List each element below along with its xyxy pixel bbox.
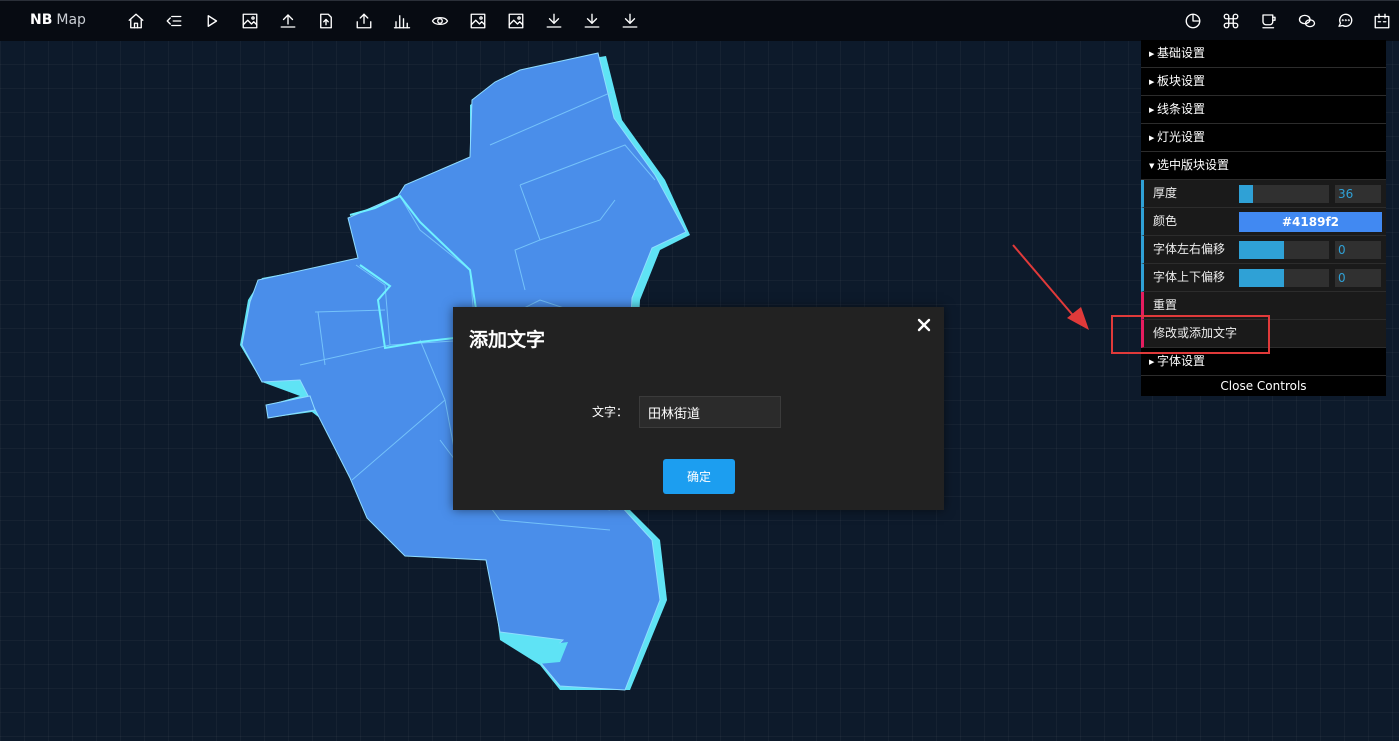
top-toolbar: NB Map	[0, 0, 1399, 41]
offset-x-row: 字体左右偏移 0	[1141, 236, 1386, 264]
coffee-icon[interactable]	[1259, 11, 1279, 31]
caret-right-icon: ▶	[1149, 106, 1155, 114]
caret-right-icon: ▶	[1149, 134, 1155, 142]
folder-basic-settings[interactable]: ▶ 基础设置	[1141, 40, 1386, 68]
folder-label: 板块设置	[1157, 74, 1206, 88]
thickness-label: 厚度	[1153, 186, 1178, 200]
confirm-button[interactable]: 确定	[663, 459, 735, 494]
thickness-slider[interactable]	[1239, 185, 1329, 203]
close-controls-button[interactable]: Close Controls	[1141, 376, 1386, 396]
command-icon[interactable]	[1221, 11, 1241, 31]
color-row: 颜色 #4189f2	[1141, 208, 1386, 236]
message-icon[interactable]	[1335, 11, 1355, 31]
offset-x-slider[interactable]	[1239, 241, 1329, 259]
offset-y-slider-fill	[1239, 269, 1284, 287]
annotation-arrow-icon	[1012, 244, 1089, 330]
text-field-label: 文字：	[592, 405, 629, 419]
caret-right-icon: ▶	[1149, 78, 1155, 86]
eye-icon[interactable]	[430, 11, 450, 31]
folder-light-settings[interactable]: ▶ 灯光设置	[1141, 124, 1386, 152]
folder-label: 线条设置	[1157, 102, 1206, 116]
list-icon[interactable]	[164, 11, 184, 31]
add-text-dialog: 添加文字 文字： 确定	[453, 307, 944, 510]
offset-x-value-input[interactable]: 0	[1335, 241, 1381, 259]
text-input[interactable]	[639, 396, 781, 428]
thickness-row: 厚度 36	[1141, 180, 1386, 208]
annotation-highlight-box	[1111, 315, 1270, 354]
thickness-slider-fill	[1239, 185, 1253, 203]
folder-label: 基础设置	[1157, 46, 1206, 60]
offset-x-slider-fill	[1239, 241, 1284, 259]
wechat-icon[interactable]	[1297, 11, 1317, 31]
pie-chart-icon[interactable]	[1183, 11, 1203, 31]
download-icon[interactable]	[544, 11, 564, 31]
offset-y-row: 字体上下偏移 0	[1141, 264, 1386, 292]
folder-line-settings[interactable]: ▶ 线条设置	[1141, 96, 1386, 124]
bar-chart-icon[interactable]	[392, 11, 412, 31]
thickness-value-input[interactable]: 36	[1335, 185, 1381, 203]
caret-down-icon: ▼	[1149, 162, 1155, 170]
offset-y-label: 字体上下偏移	[1153, 270, 1226, 284]
close-icon[interactable]	[916, 317, 932, 333]
app-logo: NB Map	[30, 12, 86, 28]
offset-y-value-input[interactable]: 0	[1335, 269, 1381, 287]
home-icon[interactable]	[126, 11, 146, 31]
color-picker[interactable]: #4189f2	[1239, 212, 1382, 232]
caret-right-icon: ▶	[1149, 50, 1155, 58]
color-label: 颜色	[1153, 214, 1178, 228]
image-icon[interactable]	[240, 11, 260, 31]
logo-text: Map	[56, 12, 86, 28]
file-upload-icon[interactable]	[316, 11, 336, 31]
offset-x-label: 字体左右偏移	[1153, 242, 1226, 256]
folder-label: 选中版块设置	[1157, 158, 1230, 172]
download-icon[interactable]	[620, 11, 640, 31]
calendar-icon[interactable]	[1372, 11, 1392, 31]
image-icon[interactable]	[468, 11, 488, 31]
upload-icon[interactable]	[278, 11, 298, 31]
logo-bold: NB	[30, 12, 53, 28]
folder-label: 灯光设置	[1157, 130, 1206, 144]
folder-label: 字体设置	[1157, 354, 1206, 368]
play-icon[interactable]	[202, 11, 222, 31]
folder-block-settings[interactable]: ▶ 板块设置	[1141, 68, 1386, 96]
offset-y-slider[interactable]	[1239, 269, 1329, 287]
image-icon[interactable]	[506, 11, 526, 31]
folder-selected-block-settings[interactable]: ▼ 选中版块设置	[1141, 152, 1386, 180]
upload-tray-icon[interactable]	[354, 11, 374, 31]
download-icon[interactable]	[582, 11, 602, 31]
dialog-title: 添加文字	[469, 329, 546, 351]
